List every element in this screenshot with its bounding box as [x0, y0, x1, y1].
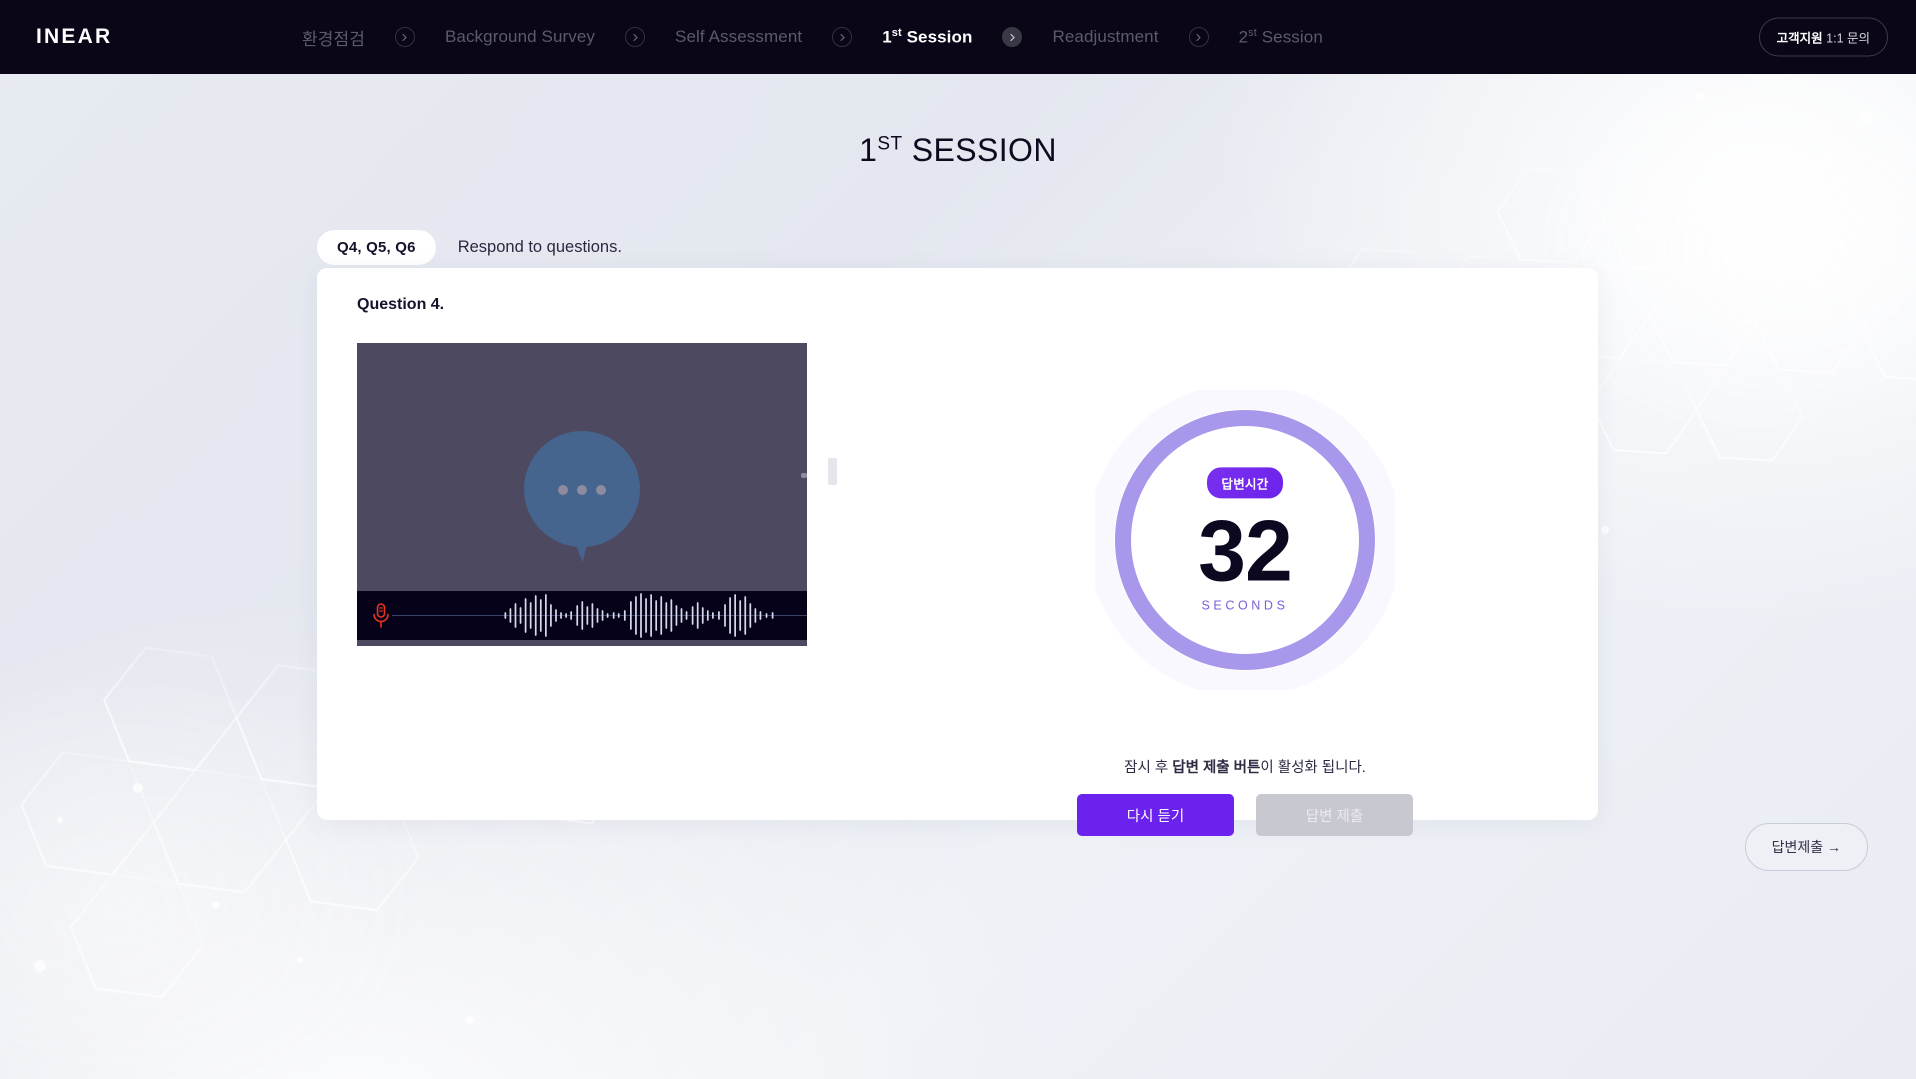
chevron-right-icon	[1188, 27, 1209, 47]
progress-step-nav: 환경점검 Background Survey Self Assessment 1…	[300, 0, 1325, 74]
microphone-icon	[373, 602, 389, 628]
nav-step-second-session-number: 2	[1238, 27, 1249, 47]
chevron-right-icon	[394, 27, 415, 47]
audio-waveform-panel[interactable]	[357, 591, 807, 640]
question-tab-row: Q4, Q5, Q6 Respond to questions.	[317, 230, 622, 265]
answer-timer-section: 답변시간 32 SECONDS 잠시 후 답변 제출 버튼이 활성화 됩니다. …	[945, 264, 1545, 836]
chevron-right-icon	[832, 27, 853, 47]
session-card: Question 4. 답변시간 32 SECONDS 잠시 후 답변 제출 버…	[317, 268, 1598, 836]
loading-artifact-bar	[828, 458, 837, 485]
chevron-right-icon	[625, 27, 646, 47]
nav-step-readjustment[interactable]: Readjustment	[1050, 27, 1160, 47]
nav-step-first-session-sup: st	[891, 26, 902, 39]
timer-seconds-value: 32	[1198, 503, 1293, 600]
customer-support-label-bold: 고객지원	[1776, 31, 1823, 46]
page-title-suffix: SESSION	[902, 132, 1057, 168]
brand-logo[interactable]: INEAR	[36, 25, 112, 49]
nav-step-self-assessment[interactable]: Self Assessment	[673, 27, 804, 47]
tab-description: Respond to questions.	[457, 238, 622, 256]
nav-step-first-session-number: 1	[882, 27, 892, 47]
timer-readout: 답변시간 32 SECONDS	[1130, 467, 1360, 613]
loading-artifact-dot	[801, 473, 807, 478]
nav-step-second-session-sup: st	[1248, 26, 1257, 39]
timer-badge: 답변시간	[1207, 467, 1283, 499]
replay-audio-button[interactable]: 다시 듣기	[1077, 794, 1234, 836]
chevron-right-icon-active	[1002, 27, 1023, 47]
speech-bubble-icon	[524, 430, 640, 562]
hint-bold: 답변 제출 버튼	[1172, 760, 1261, 776]
top-navigation-bar: INEAR 환경점검 Background Survey Self Assess…	[0, 0, 1916, 74]
nav-step-first-session[interactable]: 1st Session	[880, 27, 974, 48]
nav-step-second-session-suffix: Session	[1256, 27, 1323, 47]
page-title-sup: ST	[877, 133, 903, 155]
submit-hint-text: 잠시 후 답변 제출 버튼이 활성화 됩니다.	[945, 756, 1545, 777]
nav-step-first-session-suffix: Session	[901, 27, 973, 47]
customer-support-button[interactable]: 고객지원 1:1 문의	[1758, 17, 1888, 57]
page-title: 1ST SESSION	[0, 132, 1916, 169]
page-title-number: 1	[859, 132, 878, 168]
action-button-row: 다시 듣기 답변 제출	[945, 794, 1545, 836]
timer-unit-label: SECONDS	[1201, 598, 1289, 613]
tab-q4-q5-q6[interactable]: Q4, Q5, Q6	[317, 230, 436, 265]
hint-prefix: 잠시 후	[1124, 760, 1173, 776]
customer-support-label-rest: 1:1 문의	[1822, 31, 1870, 46]
hint-suffix: 이 활성화 됩니다.	[1260, 760, 1366, 776]
question-label: Question 4.	[357, 296, 445, 313]
waveform-graphic	[392, 593, 807, 638]
nav-step-environment-check[interactable]: 환경점검	[300, 25, 367, 50]
floating-submit-button[interactable]: 답변제출 →	[1744, 823, 1868, 871]
nav-step-background-survey[interactable]: Background Survey	[443, 27, 597, 47]
nav-step-second-session[interactable]: 2st Session	[1237, 27, 1325, 48]
submit-answer-button: 답변 제출	[1256, 794, 1413, 836]
